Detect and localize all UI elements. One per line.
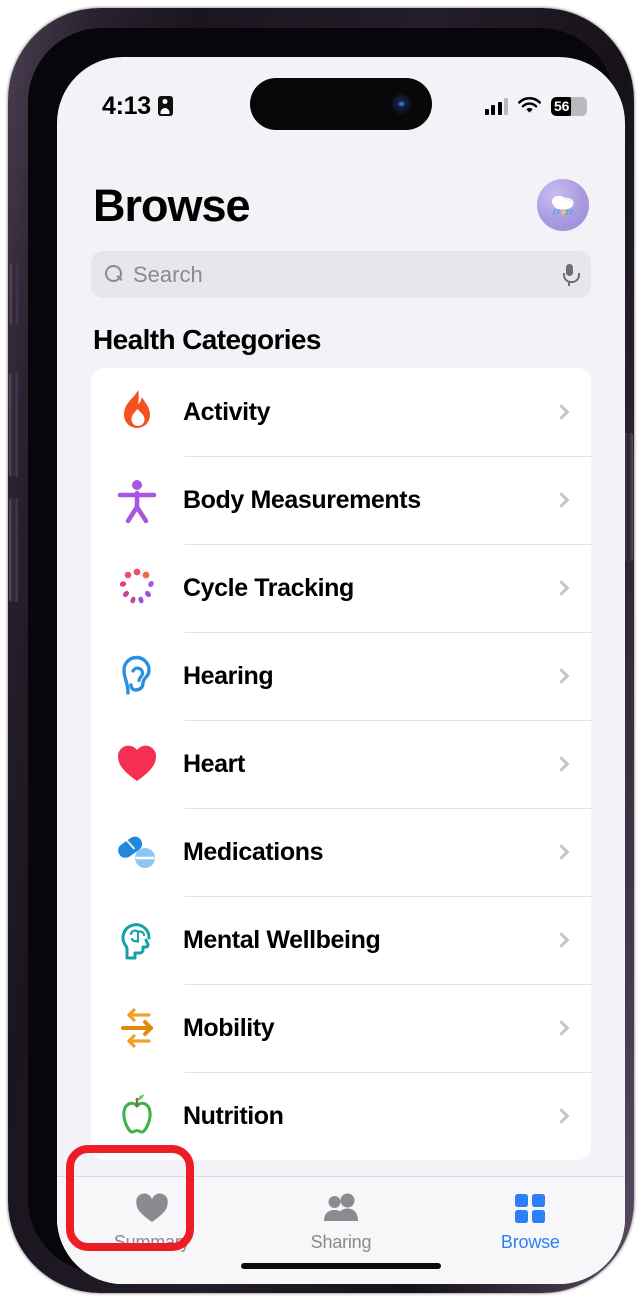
ear-icon: [109, 648, 165, 704]
status-time: 4:13: [102, 91, 151, 120]
phone-bezel: 4:13 56 Browse Search Health Categories …: [28, 28, 625, 1284]
pills-icon: [109, 824, 165, 880]
chevron-right-icon: [553, 1020, 570, 1036]
chevron-right-icon: [553, 844, 570, 860]
mobility-arrows-icon: [109, 1000, 165, 1056]
tab-label: Browse: [500, 1232, 560, 1252]
category-label: Mental Wellbeing: [183, 925, 381, 954]
dynamic-island[interactable]: [250, 78, 432, 130]
home-indicator[interactable]: [241, 1263, 441, 1269]
phone-screen: 4:13 56 Browse Search Health Categories …: [57, 57, 625, 1284]
search-input[interactable]: [133, 261, 561, 288]
chevron-right-icon: [553, 492, 570, 508]
category-label: Hearing: [183, 661, 274, 690]
tab-sharing[interactable]: Sharing: [246, 1191, 435, 1253]
category-row-body-measurements[interactable]: Body Measurements: [91, 456, 591, 544]
heart-icon: [109, 736, 165, 792]
cycle-burst-icon: [109, 560, 165, 616]
flame-icon: [109, 384, 165, 440]
front-camera-icon: [393, 95, 410, 113]
power-button[interactable]: [624, 433, 633, 561]
chevron-right-icon: [553, 580, 570, 596]
category-label: Cycle Tracking: [183, 573, 354, 602]
category-row-mental-wellbeing[interactable]: Mental Wellbeing: [91, 896, 591, 984]
category-row-nutrition[interactable]: Nutrition: [91, 1072, 591, 1160]
search-bar[interactable]: [91, 251, 591, 298]
screen-record-badge-icon: [157, 96, 173, 116]
two-people-icon: [322, 1191, 360, 1225]
volume-down-button[interactable]: [9, 498, 18, 602]
page-title: Browse: [93, 179, 251, 231]
category-row-heart[interactable]: Heart: [91, 720, 591, 808]
category-label: Activity: [183, 397, 271, 426]
section-title: Health Categories: [93, 324, 321, 355]
health-categories-list: Activity Body Measurements Cycle Trackin…: [91, 368, 591, 1160]
tab-label: Sharing: [310, 1232, 372, 1252]
cellular-signal-icon: [484, 98, 508, 115]
header-row: Browse: [57, 133, 625, 231]
brain-head-icon: [109, 912, 165, 968]
category-label: Mobility: [183, 1013, 275, 1042]
battery-level-text: 56: [554, 98, 570, 114]
cloud-rain-icon: [551, 195, 574, 218]
tab-summary[interactable]: Summary: [57, 1191, 246, 1253]
browse-screen: Browse Search Health Categories Activity…: [57, 133, 625, 1284]
category-row-cycle-tracking[interactable]: Cycle Tracking: [91, 544, 591, 632]
apple-icon: [109, 1088, 165, 1144]
body-figure-icon: [109, 472, 165, 528]
category-row-hearing[interactable]: Hearing: [91, 632, 591, 720]
status-bar-left: 4:13: [102, 92, 173, 121]
profile-avatar[interactable]: [537, 179, 589, 231]
grid-squares-icon: [514, 1191, 546, 1225]
search-icon: [105, 265, 124, 284]
category-row-medications[interactable]: Medications: [91, 808, 591, 896]
heart-filled-icon: [135, 1191, 169, 1225]
volume-up-button[interactable]: [9, 373, 18, 477]
category-label: Body Measurements: [183, 485, 421, 514]
status-bar-right: 56: [484, 96, 587, 116]
microphone-icon[interactable]: [561, 263, 580, 286]
chevron-right-icon: [553, 932, 570, 948]
tab-label: Summary: [113, 1232, 190, 1252]
chevron-right-icon: [553, 756, 570, 772]
category-row-activity[interactable]: Activity: [91, 368, 591, 456]
chevron-right-icon: [553, 668, 570, 684]
category-label: Nutrition: [183, 1101, 284, 1130]
tab-browse[interactable]: Browse: [436, 1191, 625, 1253]
wifi-icon: [518, 97, 541, 113]
chevron-right-icon: [553, 404, 570, 420]
category-label: Heart: [183, 749, 245, 778]
category-row-mobility[interactable]: Mobility: [91, 984, 591, 1072]
category-label: Medications: [183, 837, 324, 866]
silent-switch[interactable]: [10, 263, 18, 325]
battery-icon: 56: [551, 96, 587, 116]
phone-frame: 4:13 56 Browse Search Health Categories …: [8, 8, 634, 1293]
chevron-right-icon: [553, 1108, 570, 1124]
